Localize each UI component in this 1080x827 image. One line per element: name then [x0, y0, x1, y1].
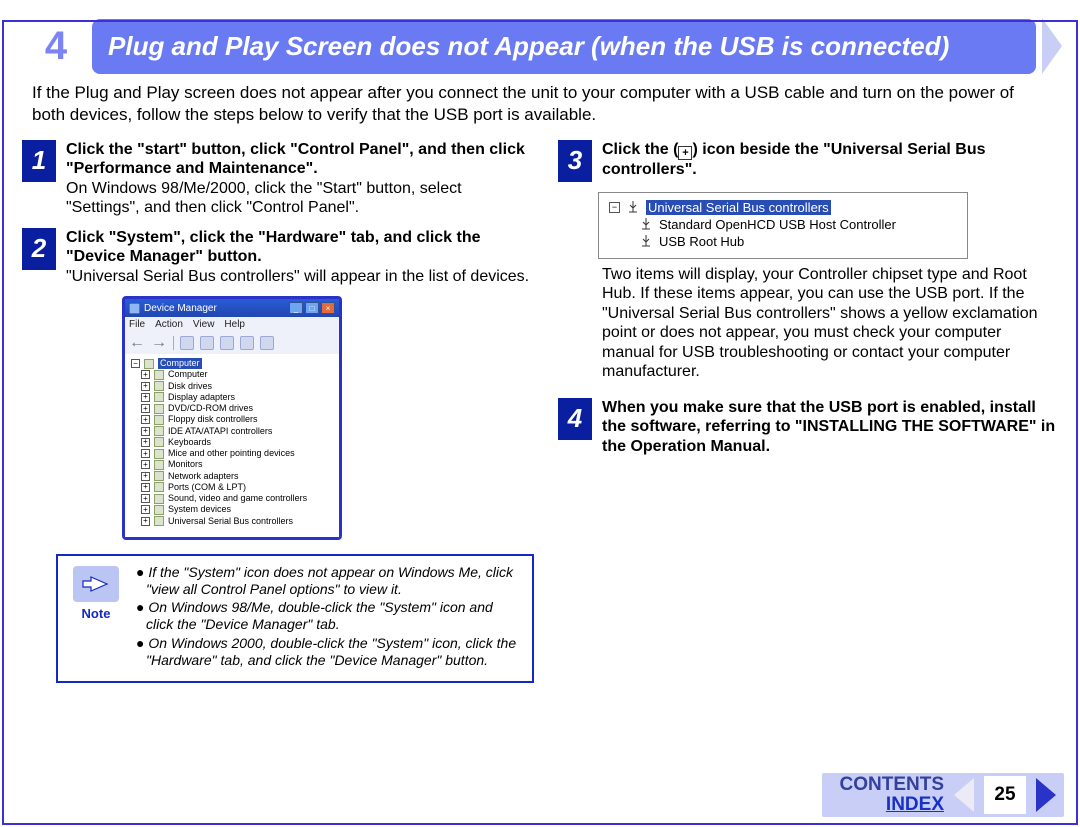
page-number: 25: [984, 776, 1026, 814]
index-link[interactable]: INDEX: [840, 795, 945, 815]
contents-link[interactable]: CONTENTS: [840, 775, 945, 795]
page-footer-nav: CONTENTS INDEX 25: [822, 773, 1065, 817]
prev-page-arrow-icon[interactable]: [954, 778, 974, 812]
next-page-arrow-icon[interactable]: [1036, 778, 1056, 812]
